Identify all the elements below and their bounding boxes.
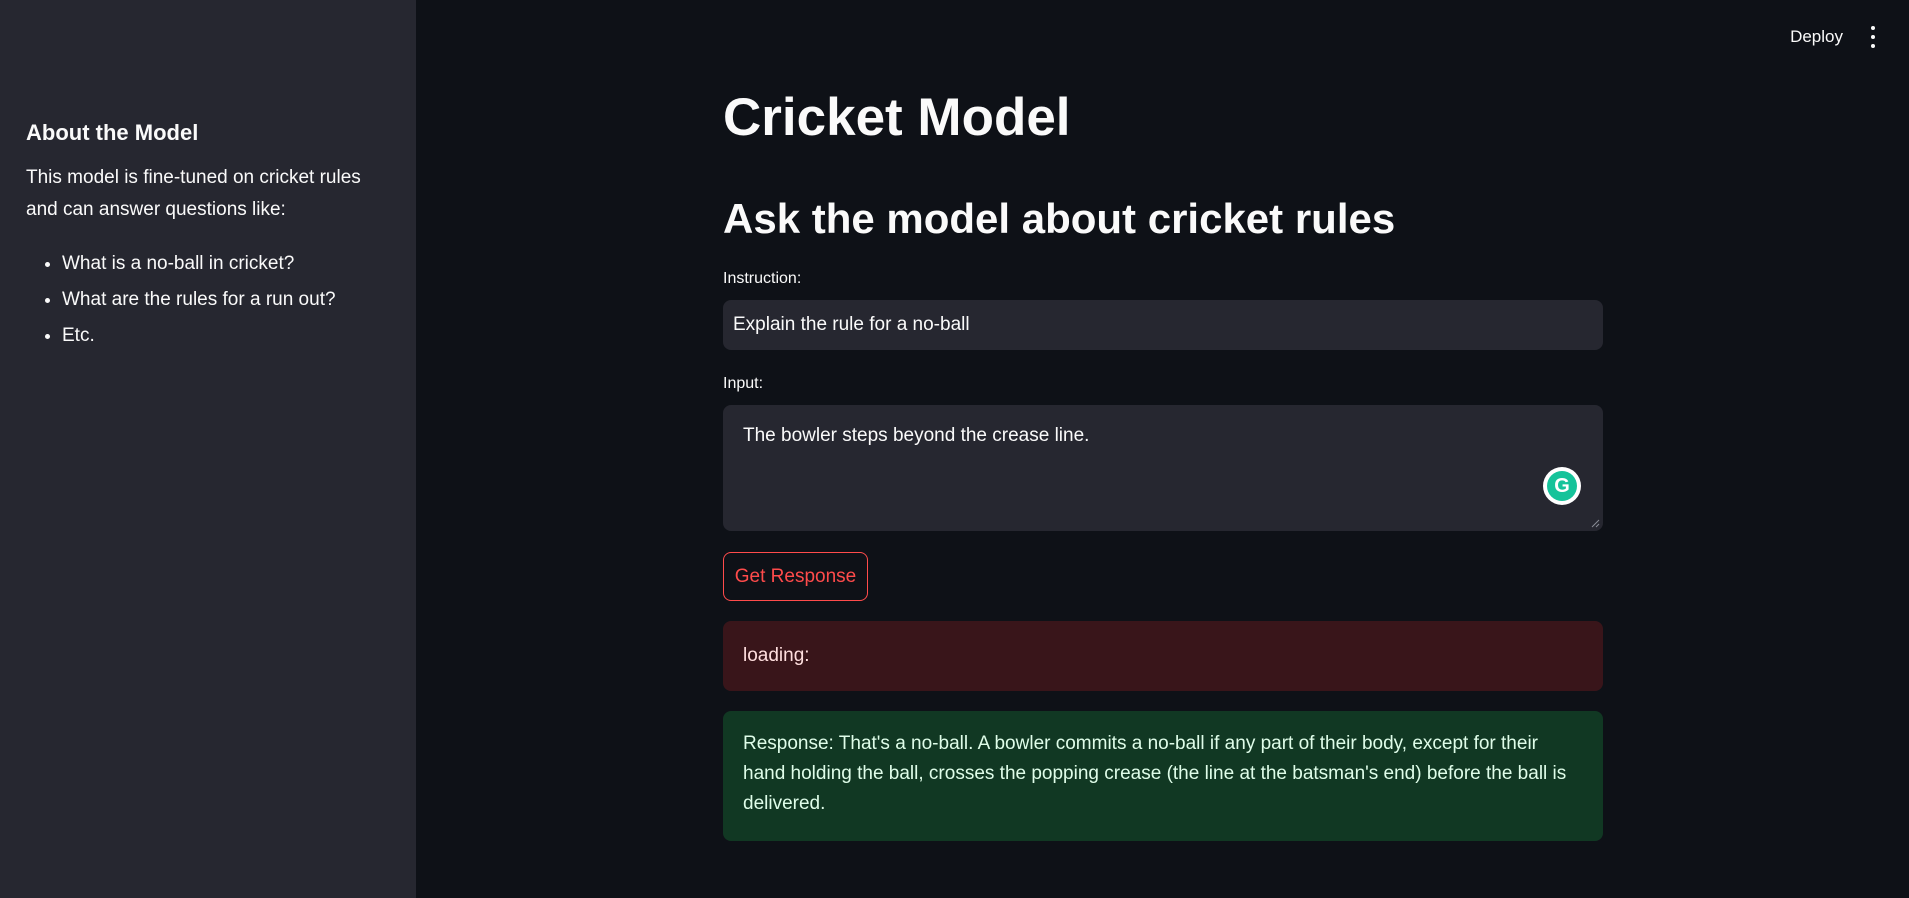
list-item: Etc. [62, 318, 390, 354]
kebab-menu-icon[interactable] [1865, 26, 1881, 48]
input-textarea[interactable]: The bowler steps beyond the crease line.… [723, 405, 1603, 531]
get-response-button[interactable]: Get Response [723, 552, 868, 601]
resize-grip-icon[interactable] [1590, 518, 1600, 528]
page-subtitle: Ask the model about cricket rules [723, 195, 1396, 242]
kebab-dot [1871, 44, 1875, 48]
page-title: Cricket Model [723, 88, 1071, 147]
kebab-dot [1871, 26, 1875, 30]
list-item: What are the rules for a run out? [62, 282, 390, 318]
sidebar: About the Model This model is fine-tuned… [0, 0, 416, 898]
list-item: What is a no-ball in cricket? [62, 246, 390, 282]
response-alert: Response: That's a no-ball. A bowler com… [723, 711, 1603, 841]
input-textarea-value: The bowler steps beyond the crease line. [743, 425, 1090, 446]
header-actions: Deploy [1790, 26, 1881, 48]
deploy-button[interactable]: Deploy [1790, 27, 1843, 47]
status-alert: loading: [723, 621, 1603, 691]
instruction-label: Instruction: [723, 270, 802, 287]
grammarly-icon[interactable]: G [1543, 467, 1581, 505]
input-label: Input: [723, 375, 764, 392]
sidebar-description: This model is fine-tuned on cricket rule… [26, 167, 361, 220]
sidebar-example-list: What is a no-ball in cricket? What are t… [26, 246, 390, 354]
sidebar-heading: About the Model [26, 120, 199, 145]
kebab-dot [1871, 35, 1875, 39]
app-root: About the Model This model is fine-tuned… [0, 0, 1909, 898]
grammarly-g-icon: G [1547, 471, 1577, 501]
instruction-input[interactable]: Explain the rule for a no-ball [723, 300, 1603, 350]
